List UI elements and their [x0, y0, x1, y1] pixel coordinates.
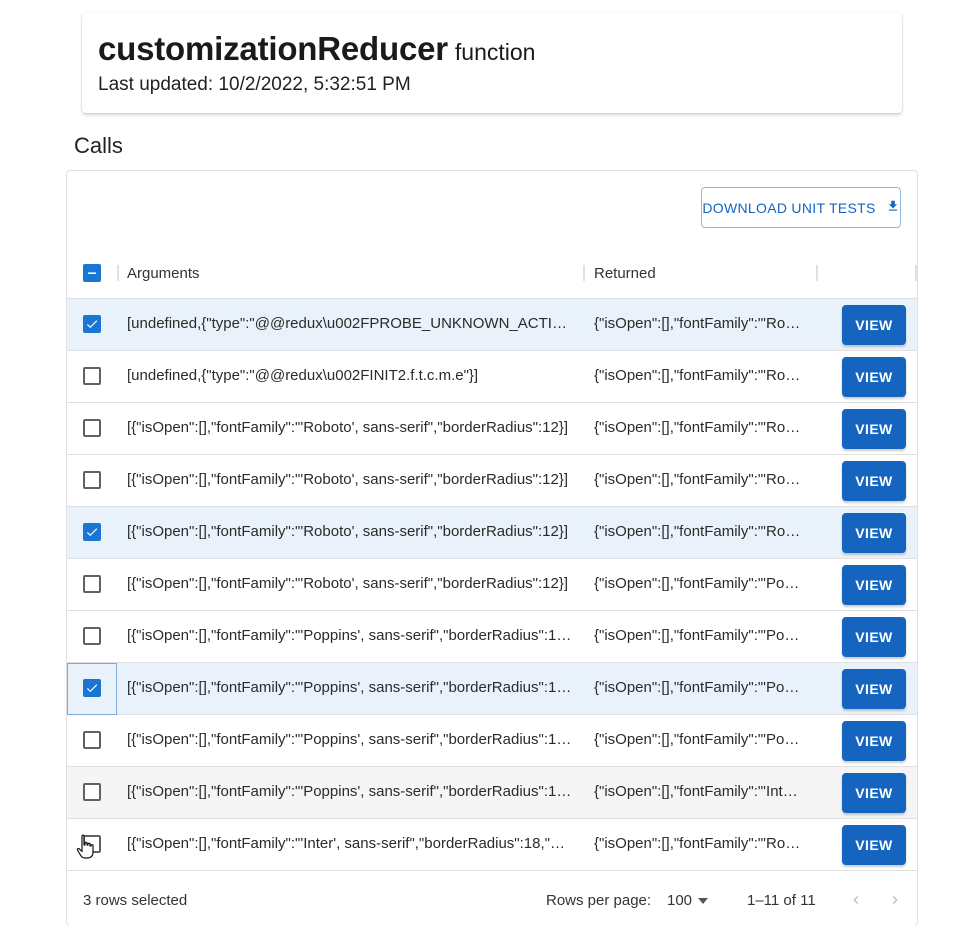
- table-row[interactable]: [{"isOpen":[],"fontFamily":"'Inter', san…: [67, 819, 917, 871]
- returned-cell: {"isOpen":[],"fontFamily":"'Roboto', san…: [594, 367, 801, 384]
- table-row[interactable]: [{"isOpen":[],"fontFamily":"'Roboto', sa…: [67, 507, 917, 559]
- row-checkbox[interactable]: [83, 419, 101, 437]
- calls-data-grid: DOWNLOAD UNIT TESTS Arguments Returned […: [66, 170, 918, 925]
- returned-cell: {"isOpen":[],"fontFamily":"'Roboto', san…: [594, 315, 801, 332]
- arguments-cell: [{"isOpen":[],"fontFamily":"'Poppins', s…: [127, 731, 572, 748]
- view-button[interactable]: VIEW: [842, 721, 906, 761]
- view-button[interactable]: VIEW: [842, 357, 906, 397]
- row-checkbox[interactable]: [83, 783, 101, 801]
- arguments-cell: [{"isOpen":[],"fontFamily":"'Poppins', s…: [127, 783, 572, 800]
- chevron-left-icon: [853, 896, 859, 904]
- row-checkbox[interactable]: [83, 731, 101, 749]
- chevron-down-icon: [698, 897, 709, 904]
- returned-cell: {"isOpen":[],"fontFamily":"'Inter', sans…: [594, 783, 801, 800]
- row-checkbox[interactable]: [83, 471, 101, 489]
- view-button[interactable]: VIEW: [842, 565, 906, 605]
- download-unit-tests-label: DOWNLOAD UNIT TESTS: [702, 199, 876, 216]
- pagination-range: 1–11 of 11: [747, 892, 816, 909]
- next-page-button[interactable]: [887, 892, 903, 908]
- function-header-card: customizationReducer function Last updat…: [82, 12, 902, 113]
- check-icon: [86, 528, 98, 537]
- grid-body: [undefined,{"type":"@@redux\u002FPROBE_U…: [67, 299, 917, 871]
- returned-cell: {"isOpen":[],"fontFamily":"'Roboto', san…: [594, 471, 801, 488]
- row-checkbox[interactable]: [83, 315, 101, 333]
- row-checkbox[interactable]: [83, 575, 101, 593]
- table-row[interactable]: [undefined,{"type":"@@redux\u002FPROBE_U…: [67, 299, 917, 351]
- arguments-cell: [{"isOpen":[],"fontFamily":"'Roboto', sa…: [127, 419, 569, 436]
- rows-per-page-value: 100: [667, 892, 693, 909]
- table-row[interactable]: [undefined,{"type":"@@redux\u002FINIT2.f…: [67, 351, 917, 403]
- view-button[interactable]: VIEW: [842, 305, 906, 345]
- function-name: customizationReducer: [98, 30, 448, 67]
- row-checkbox[interactable]: [83, 627, 101, 645]
- table-row[interactable]: [{"isOpen":[],"fontFamily":"'Roboto', sa…: [67, 455, 917, 507]
- arguments-cell: [{"isOpen":[],"fontFamily":"'Poppins', s…: [127, 627, 572, 644]
- row-checkbox[interactable]: [83, 367, 101, 385]
- returned-cell: {"isOpen":[],"fontFamily":"'Poppins', sa…: [594, 575, 801, 592]
- column-separator[interactable]: [117, 265, 119, 281]
- column-separator[interactable]: [915, 265, 917, 281]
- view-button[interactable]: VIEW: [842, 461, 906, 501]
- column-header-arguments[interactable]: Arguments: [127, 265, 200, 282]
- table-row[interactable]: [{"isOpen":[],"fontFamily":"'Poppins', s…: [67, 663, 917, 715]
- column-header-row: Arguments Returned: [67, 247, 917, 299]
- selected-rows-count: 3 rows selected: [83, 892, 188, 909]
- rows-per-page-select[interactable]: 100: [667, 892, 709, 909]
- column-header-returned[interactable]: Returned: [594, 265, 656, 282]
- rows-per-page-label: Rows per page:: [546, 892, 652, 909]
- arguments-cell: [{"isOpen":[],"fontFamily":"'Roboto', sa…: [127, 471, 569, 488]
- view-button[interactable]: VIEW: [842, 409, 906, 449]
- view-button[interactable]: VIEW: [842, 825, 906, 865]
- check-icon: [86, 684, 98, 693]
- row-checkbox[interactable]: [83, 523, 101, 541]
- returned-cell: {"isOpen":[],"fontFamily":"'Poppins', sa…: [594, 731, 801, 748]
- table-row[interactable]: [{"isOpen":[],"fontFamily":"'Poppins', s…: [67, 715, 917, 767]
- arguments-cell: [{"isOpen":[],"fontFamily":"'Poppins', s…: [127, 679, 572, 696]
- indeterminate-icon: [87, 272, 97, 274]
- row-checkbox[interactable]: [83, 679, 101, 697]
- returned-cell: {"isOpen":[],"fontFamily":"'Roboto', san…: [594, 835, 801, 852]
- chevron-right-icon: [892, 896, 898, 904]
- check-icon: [86, 320, 98, 329]
- returned-cell: {"isOpen":[],"fontFamily":"'Poppins', sa…: [594, 679, 801, 696]
- column-separator[interactable]: [816, 265, 818, 281]
- arguments-cell: [{"isOpen":[],"fontFamily":"'Roboto', sa…: [127, 523, 569, 540]
- previous-page-button[interactable]: [848, 892, 864, 908]
- view-button[interactable]: VIEW: [842, 669, 906, 709]
- arguments-cell: [undefined,{"type":"@@redux\u002FINIT2.f…: [127, 367, 479, 384]
- hand-pointer-icon: [76, 834, 94, 859]
- returned-cell: {"isOpen":[],"fontFamily":"'Roboto', san…: [594, 523, 801, 540]
- select-all-checkbox[interactable]: [83, 264, 101, 282]
- arguments-cell: [undefined,{"type":"@@redux\u002FPROBE_U…: [127, 315, 572, 332]
- column-separator[interactable]: [583, 265, 585, 281]
- view-button[interactable]: VIEW: [842, 617, 906, 657]
- view-button[interactable]: VIEW: [842, 513, 906, 553]
- download-unit-tests-button[interactable]: DOWNLOAD UNIT TESTS: [701, 187, 901, 228]
- grid-toolbar: DOWNLOAD UNIT TESTS: [67, 171, 917, 247]
- last-updated: Last updated: 10/2/2022, 5:32:51 PM: [98, 74, 411, 95]
- table-row[interactable]: [{"isOpen":[],"fontFamily":"'Poppins', s…: [67, 611, 917, 663]
- title-row: customizationReducer function: [98, 30, 886, 68]
- arguments-cell: [{"isOpen":[],"fontFamily":"'Roboto', sa…: [127, 575, 569, 592]
- download-icon: [886, 199, 900, 216]
- table-row[interactable]: [{"isOpen":[],"fontFamily":"'Roboto', sa…: [67, 559, 917, 611]
- returned-cell: {"isOpen":[],"fontFamily":"'Poppins', sa…: [594, 627, 801, 644]
- table-row[interactable]: [{"isOpen":[],"fontFamily":"'Roboto', sa…: [67, 403, 917, 455]
- grid-footer: 3 rows selected Rows per page: 100 1–11 …: [67, 873, 917, 925]
- arguments-cell: [{"isOpen":[],"fontFamily":"'Inter', san…: [127, 835, 572, 852]
- function-kind: function: [454, 39, 536, 65]
- view-button[interactable]: VIEW: [842, 773, 906, 813]
- returned-cell: {"isOpen":[],"fontFamily":"'Roboto', san…: [594, 419, 801, 436]
- calls-section-title: Calls: [74, 133, 123, 158]
- table-row[interactable]: [{"isOpen":[],"fontFamily":"'Poppins', s…: [67, 767, 917, 819]
